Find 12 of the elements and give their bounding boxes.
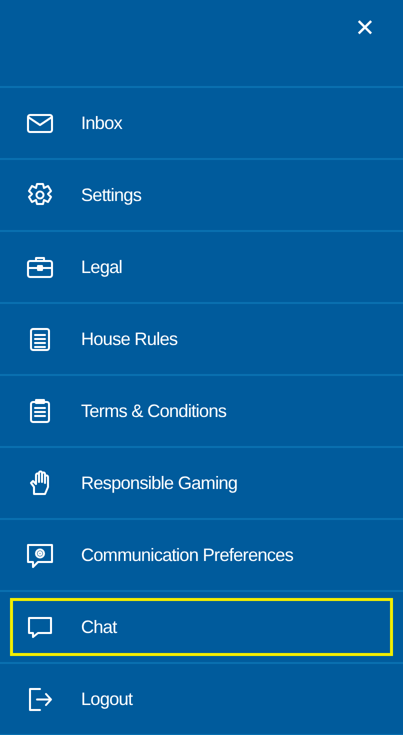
menu-item[interactable]: Chat (10, 598, 393, 656)
menu-item[interactable]: Responsible Gaming (10, 454, 393, 512)
menu-item[interactable]: Legal (10, 238, 393, 296)
menu-item[interactable]: Settings (10, 166, 393, 224)
speech-bubble-gear-icon (26, 541, 54, 569)
menu-item[interactable]: House Rules (10, 310, 393, 368)
menu-item[interactable]: Communication Preferences (10, 526, 393, 584)
menu-item[interactable]: Terms & Conditions (10, 382, 393, 440)
menu-item[interactable]: Inbox (10, 94, 393, 152)
logout-icon (26, 685, 54, 713)
close-button[interactable]: ✕ (354, 16, 375, 40)
menu-item[interactable]: Logout (10, 670, 393, 728)
